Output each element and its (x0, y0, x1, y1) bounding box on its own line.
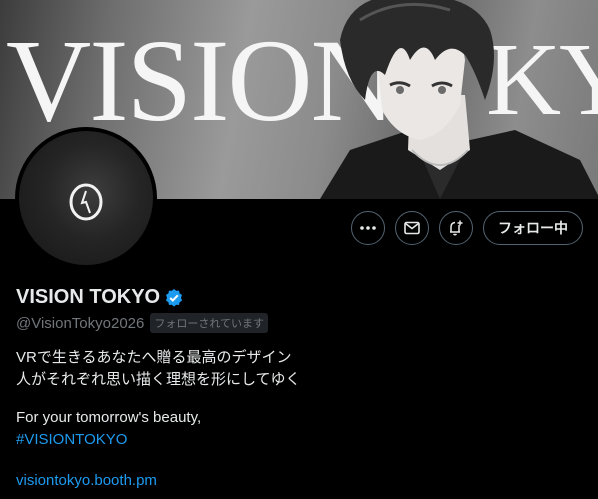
bio-hashtag-link[interactable]: #VISIONTOKYO (16, 431, 127, 448)
banner-character-illustration (320, 0, 598, 199)
handle-row: @VisionTokyo2026 フォローされています (16, 313, 269, 333)
handle: @VisionTokyo2026 (16, 314, 145, 332)
notification-plus-icon (450, 220, 463, 236)
display-name: VISION TOKYO (16, 286, 184, 309)
avatar-image (19, 131, 153, 265)
more-button[interactable] (351, 211, 385, 245)
notifications-button[interactable] (439, 211, 473, 245)
vision-logo-icon (69, 183, 103, 221)
message-icon (404, 221, 420, 235)
bio-line-3: For your tomorrow's beauty, (16, 409, 202, 426)
website-link[interactable]: visiontokyo.booth.pm (16, 472, 157, 489)
display-name-text: VISION TOKYO (16, 286, 161, 308)
verified-badge-icon[interactable] (164, 288, 184, 308)
bio-line-1: VRで生きるあなたへ贈る最高のデザイン (16, 349, 292, 366)
more-icon (360, 226, 376, 230)
following-button[interactable]: フォロー中 (483, 211, 583, 245)
profile-actions: フォロー中 (351, 211, 583, 245)
message-button[interactable] (395, 211, 429, 245)
follows-you-badge: フォローされています (150, 313, 269, 333)
bio-line-2: 人がそれぞれ思い描く理想を形にしてゆく (16, 371, 301, 388)
profile-avatar[interactable] (15, 127, 157, 269)
